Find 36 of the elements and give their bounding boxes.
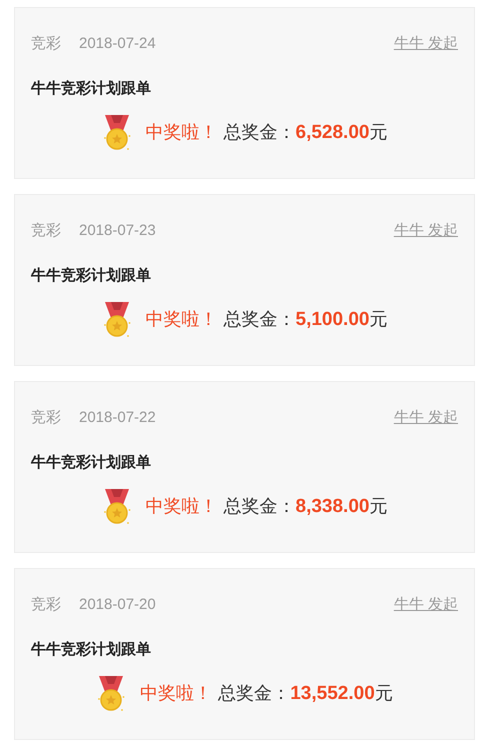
currency-unit: 元 (369, 120, 388, 144)
total-label: 总奖金： (224, 120, 296, 144)
prize-amount: 8,338.00 (296, 494, 370, 519)
currency-unit: 元 (369, 308, 388, 331)
date-text: 2018-07-23 (79, 221, 156, 241)
category-label: 竞彩 (31, 221, 61, 241)
total-label: 总奖金： (218, 682, 290, 705)
medal-icon (102, 114, 132, 152)
win-label: 中奖啦！ (146, 494, 218, 518)
total-label: 总奖金： (224, 494, 296, 518)
prize-amount: 5,100.00 (296, 308, 370, 332)
prize-amount: 6,528.00 (296, 120, 370, 145)
category-label: 竞彩 (31, 408, 61, 428)
medal-icon (96, 675, 126, 713)
initiator-link[interactable]: 牛牛 发起 (394, 407, 458, 430)
initiator-link[interactable]: 牛牛 发起 (394, 594, 458, 616)
plan-title: 牛牛竞彩计划跟单 (31, 452, 151, 472)
plan-title: 牛牛竞彩计划跟单 (31, 640, 151, 660)
plan-title: 牛牛竞彩计划跟单 (31, 266, 151, 286)
total-label: 总奖金： (224, 308, 296, 331)
win-label: 中奖啦！ (140, 682, 212, 705)
date-text: 2018-07-20 (79, 595, 156, 615)
prize-amount: 13,552.00 (290, 682, 375, 706)
win-label: 中奖啦！ (146, 308, 218, 331)
win-label: 中奖啦！ (146, 120, 218, 144)
date-text: 2018-07-22 (79, 408, 156, 428)
currency-unit: 元 (374, 682, 393, 705)
initiator-link[interactable]: 牛牛 发起 (394, 220, 458, 242)
initiator-link[interactable]: 牛牛 发起 (394, 33, 458, 56)
plan-title: 牛牛竞彩计划跟单 (31, 78, 151, 98)
category-label: 竞彩 (31, 34, 61, 54)
medal-icon (102, 301, 132, 339)
currency-unit: 元 (369, 494, 388, 518)
medal-icon (102, 488, 132, 526)
date-text: 2018-07-24 (79, 34, 156, 54)
category-label: 竞彩 (31, 595, 61, 615)
